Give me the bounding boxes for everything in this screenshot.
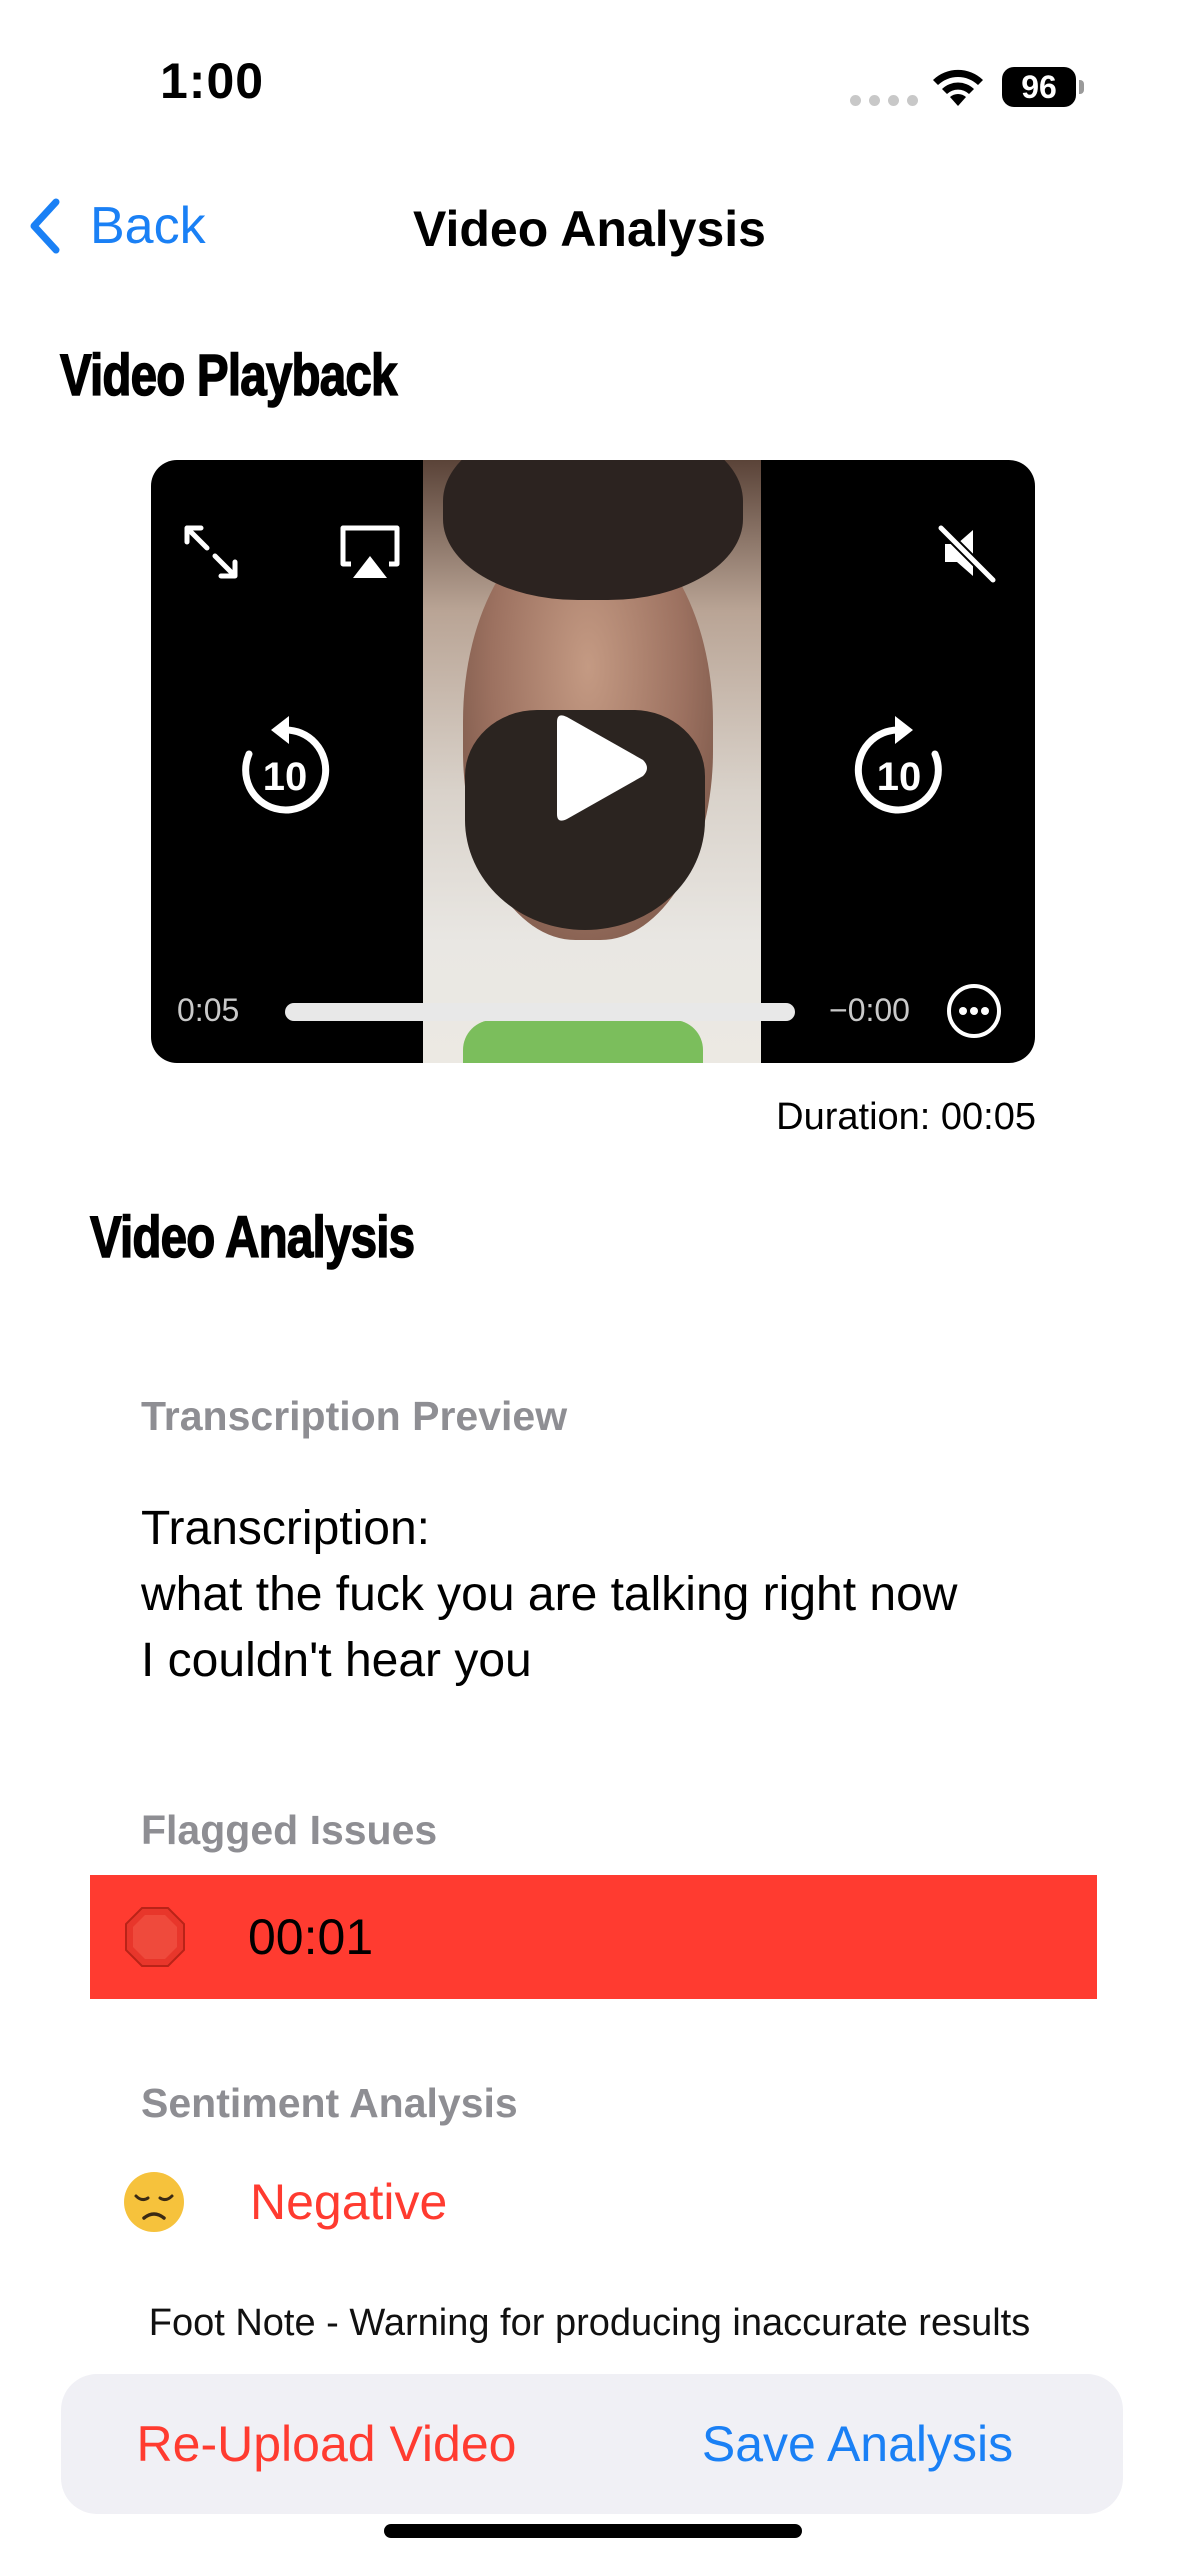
sentiment-row: Negative [122, 2170, 447, 2234]
transcription-caption: Transcription Preview [141, 1393, 568, 1439]
skip-back-10-icon[interactable]: 10 [233, 712, 337, 820]
video-playback-heading: Video Playback [59, 342, 398, 409]
video-player[interactable]: 10 10 0:05 −0:00 [151, 460, 1035, 1063]
footnote: Foot Note - Warning for producing inaccu… [148, 2302, 1031, 2344]
skip-forward-10-icon[interactable]: 10 [847, 712, 951, 820]
nav-title: Video Analysis [413, 201, 766, 257]
battery-level: 96 [1021, 68, 1057, 105]
home-indicator[interactable] [384, 2524, 802, 2538]
disappointed-face-icon [124, 2172, 184, 2232]
play-icon[interactable] [543, 710, 653, 826]
battery-nub [1079, 80, 1084, 94]
flagged-issue-time: 00:01 [248, 1909, 374, 1965]
playback-scrubber[interactable] [285, 1003, 795, 1021]
status-time: 1:00 [160, 53, 265, 109]
airplay-icon[interactable] [337, 522, 403, 584]
time-remaining: −0:00 [829, 992, 910, 1028]
speaker-muted-icon[interactable] [935, 522, 999, 584]
more-options-icon[interactable] [945, 982, 1003, 1040]
video-subject-hair [443, 460, 743, 600]
sentiment-caption: Sentiment Analysis [141, 2080, 518, 2126]
battery-icon: 96 [1002, 67, 1076, 107]
flagged-issue-row[interactable]: 00:01 [90, 1875, 1097, 1999]
save-analysis-button[interactable]: Save Analysis [592, 2415, 1123, 2473]
video-shirt-print [463, 1020, 703, 1063]
flagged-issues-caption: Flagged Issues [141, 1807, 438, 1853]
skip-back-label: 10 [263, 755, 308, 799]
cellular-signal-icon [850, 95, 918, 106]
video-analysis-heading: Video Analysis [89, 1204, 415, 1271]
stop-sign-icon [125, 1907, 185, 1967]
transcription-text: Transcription: what the fuck you are tal… [141, 1502, 958, 1687]
reupload-video-button[interactable]: Re-Upload Video [61, 2415, 592, 2473]
skip-forward-label: 10 [877, 755, 922, 799]
wifi-icon [933, 69, 983, 106]
bottom-action-bar: Re-Upload Video Save Analysis [61, 2374, 1123, 2514]
fullscreen-icon[interactable] [179, 520, 243, 584]
duration-label: Duration: 00:05 [776, 1096, 1036, 1138]
time-elapsed: 0:05 [177, 992, 240, 1028]
sentiment-label: Negative [250, 2174, 448, 2230]
